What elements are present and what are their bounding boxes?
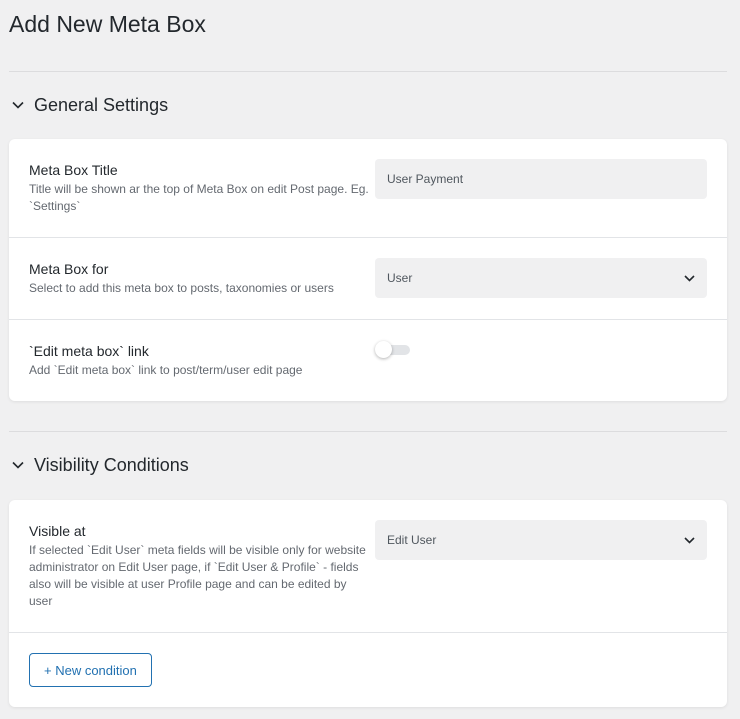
field-label: Visible at [29, 523, 86, 539]
page-title: Add New Meta Box [9, 11, 206, 37]
section-header-general[interactable]: General Settings [9, 92, 168, 118]
general-settings-card: Meta Box Title Title will be shown ar th… [9, 139, 727, 401]
field-label-block: `Edit meta box` link Add `Edit meta box`… [29, 342, 369, 379]
visible-at-row: Visible at If selected `Edit User` meta … [9, 500, 727, 633]
visible-at-select[interactable]: Edit User [375, 520, 707, 560]
field-label: `Edit meta box` link [29, 343, 149, 359]
field-label-block: Visible at If selected `Edit User` meta … [29, 522, 369, 610]
edit-link-row: `Edit meta box` link Add `Edit meta box`… [9, 320, 727, 401]
meta-box-for-select[interactable]: User [375, 258, 707, 298]
chevron-down-icon [684, 533, 695, 547]
toggle-knob [375, 341, 392, 358]
field-description: If selected `Edit User` meta fields will… [29, 543, 366, 608]
input-value: User Payment [387, 172, 464, 186]
field-label: Meta Box Title [29, 162, 118, 178]
visibility-conditions-card: Visible at If selected `Edit User` meta … [9, 500, 727, 707]
edit-link-toggle[interactable] [375, 341, 411, 358]
chevron-down-icon [9, 456, 27, 474]
meta-box-title-input[interactable]: User Payment [375, 159, 707, 199]
meta-box-title-row: Meta Box Title Title will be shown ar th… [9, 139, 727, 238]
field-description: Select to add this meta box to posts, ta… [29, 281, 334, 295]
new-condition-row: + New condition [9, 633, 727, 707]
select-value: User [387, 271, 413, 285]
field-description: Title will be shown ar the top of Meta B… [29, 182, 369, 213]
new-condition-button[interactable]: + New condition [29, 653, 152, 687]
field-label-block: Meta Box Title Title will be shown ar th… [29, 161, 369, 215]
divider [9, 71, 727, 72]
section-title: General Settings [34, 94, 169, 115]
field-label: Meta Box for [29, 261, 109, 277]
divider [9, 431, 727, 432]
select-value: Edit User [387, 533, 437, 547]
section-header-visibility[interactable]: Visibility Conditions [9, 452, 189, 478]
chevron-down-icon [684, 271, 695, 285]
field-label-block: Meta Box for Select to add this meta box… [29, 260, 369, 297]
chevron-down-icon [9, 96, 27, 114]
field-description: Add `Edit meta box` link to post/term/us… [29, 363, 303, 377]
meta-box-for-row: Meta Box for Select to add this meta box… [9, 238, 727, 320]
section-title: Visibility Conditions [34, 454, 189, 475]
